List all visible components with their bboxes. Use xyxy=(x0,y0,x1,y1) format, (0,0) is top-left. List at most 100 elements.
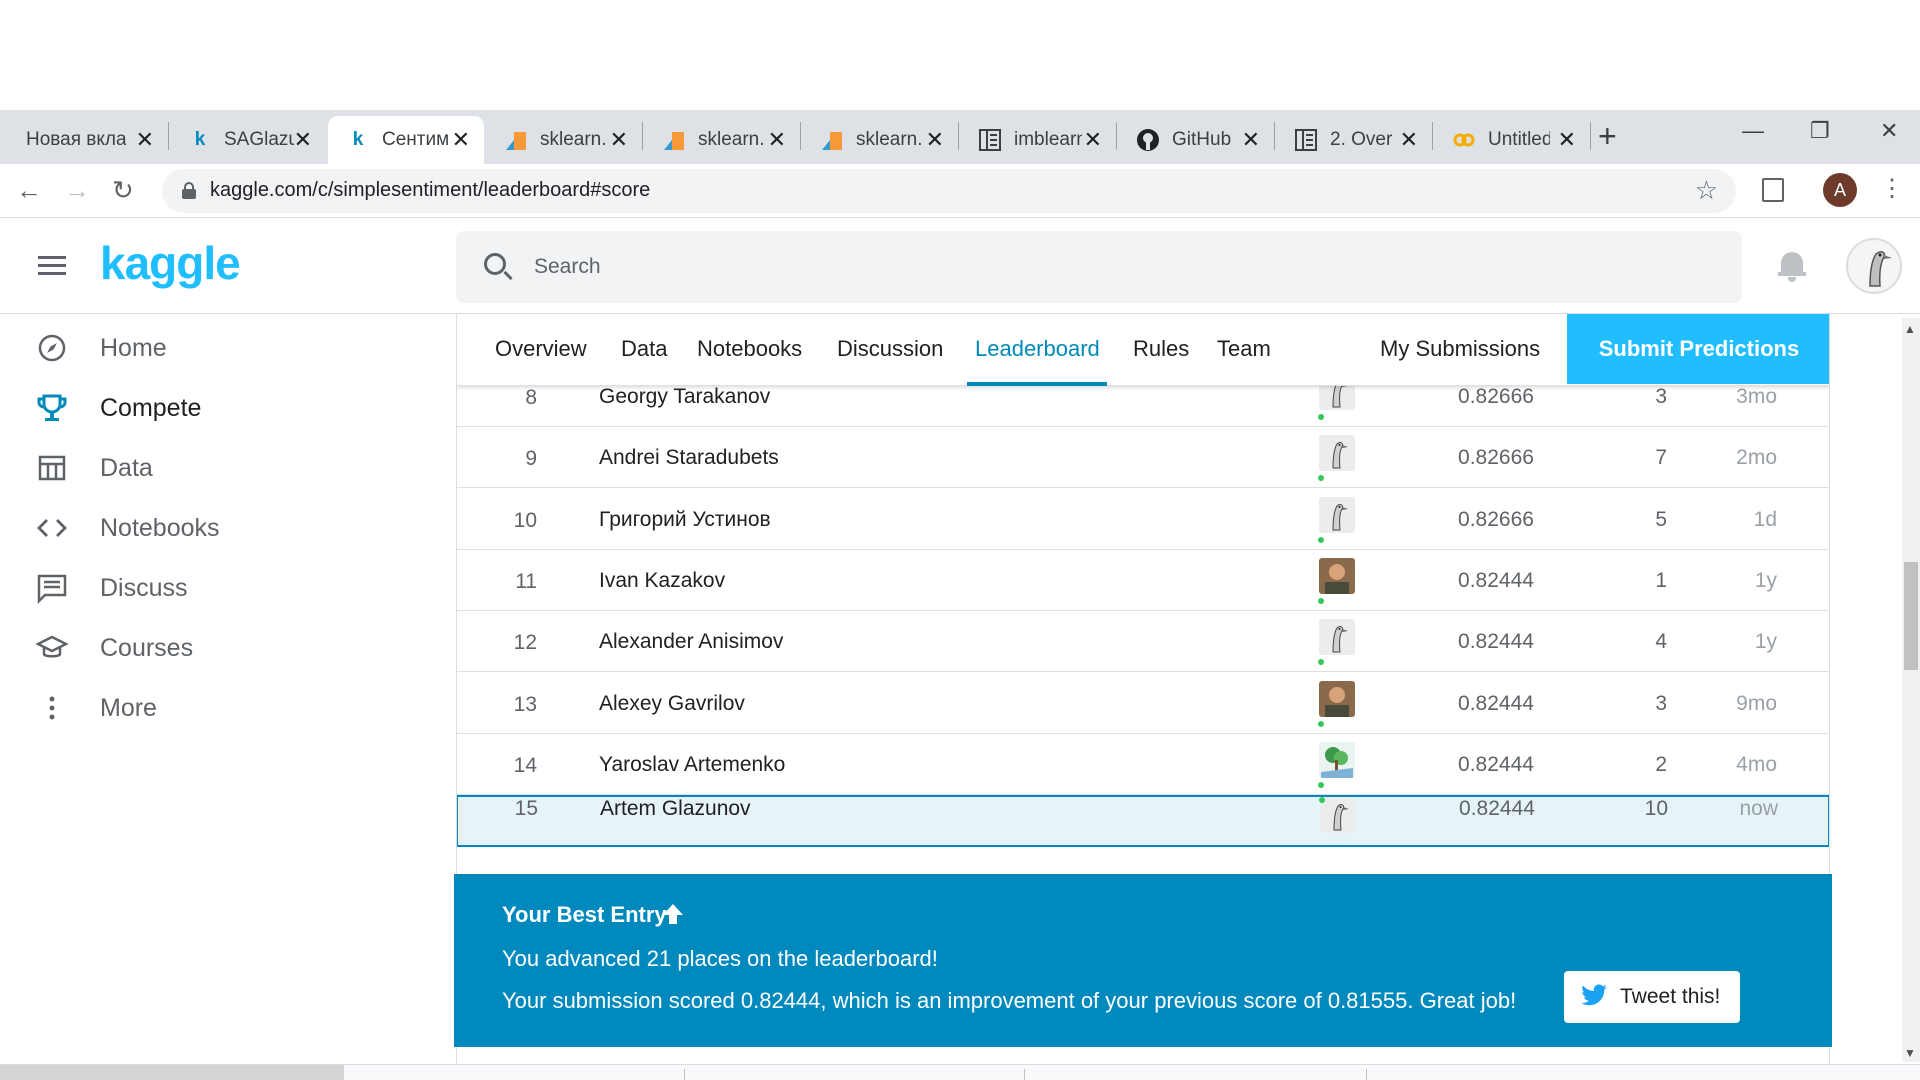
leaderboard-row[interactable]: 10 Григорий Устинов 0.82666 5 1d xyxy=(457,488,1829,550)
kaggle-logo[interactable]: kaggle xyxy=(100,236,241,290)
tab-team[interactable]: Team xyxy=(1217,336,1271,362)
close-icon[interactable]: ✕ xyxy=(926,128,944,152)
tab-rules[interactable]: Rules xyxy=(1133,336,1189,362)
team-name-cell[interactable]: Григорий Устинов xyxy=(599,508,771,532)
bell-icon[interactable] xyxy=(1778,250,1806,282)
team-avatar[interactable] xyxy=(1320,797,1356,834)
tab-notebooks[interactable]: Notebooks xyxy=(697,336,802,362)
chrome-menu-icon[interactable]: ⋮ xyxy=(1880,174,1904,204)
leaderboard-row[interactable]: 12 Alexander Anisimov 0.82444 4 1y xyxy=(457,611,1829,673)
team-name-cell[interactable]: Georgy Tarakanov xyxy=(599,385,770,409)
tab-my-submissions[interactable]: My Submissions xyxy=(1380,336,1540,362)
browser-tab[interactable]: GitHub ✕ xyxy=(1118,116,1274,164)
browser-tab-active[interactable]: k Сентимент ✕ xyxy=(328,116,484,164)
sidebar-item-label: More xyxy=(100,693,157,722)
close-icon[interactable]: ✕ xyxy=(294,128,312,152)
online-status-dot xyxy=(1318,536,1324,543)
url-text[interactable]: kaggle.com/c/simplesentiment/leaderboard… xyxy=(210,179,650,202)
search-icon xyxy=(484,253,506,275)
tab-overview[interactable]: Overview xyxy=(495,336,587,362)
leaderboard-row[interactable]: 13 Alexey Gavrilov 0.82444 3 9mo xyxy=(457,672,1829,734)
leaderboard-row[interactable]: 14 Yaroslav Artemenko 0.82444 2 4mo xyxy=(457,733,1829,795)
score-cell: 0.82666 xyxy=(1458,446,1534,470)
tab-data[interactable]: Data xyxy=(621,336,667,362)
browser-tab[interactable]: Untitled ✕ xyxy=(1434,116,1590,164)
team-name-cell[interactable]: Andrei Staradubets xyxy=(599,446,779,470)
scroll-up-arrow-icon[interactable]: ▲ xyxy=(1904,322,1916,336)
close-icon[interactable]: ✕ xyxy=(136,128,154,152)
leaderboard-row-current-user[interactable]: 15 Artem Glazunov 0.82444 10 now xyxy=(457,795,1829,848)
tab-discussion[interactable]: Discussion xyxy=(837,336,943,362)
leaderboard-row[interactable]: 11 Ivan Kazakov 0.82444 1 1y xyxy=(457,549,1829,611)
browser-tab[interactable]: sklearn. ✕ xyxy=(644,116,800,164)
entries-cell: 4 xyxy=(1655,630,1667,654)
browser-window: Новая вкладка ✕ k SAGlazunov ✕ k Сентиме… xyxy=(0,0,1920,1080)
banner-title: Your Best Entry xyxy=(502,902,667,927)
team-name-cell[interactable]: Artem Glazunov xyxy=(600,797,751,821)
extension-icon[interactable] xyxy=(1762,178,1784,202)
sidebar-item-discuss[interactable]: Discuss xyxy=(0,560,440,616)
tab-leaderboard[interactable]: Leaderboard xyxy=(975,336,1100,362)
online-status-dot xyxy=(1318,414,1324,420)
team-name-cell[interactable]: Alexander Anisimov xyxy=(599,630,783,654)
sidebar-item-notebooks[interactable]: Notebooks xyxy=(0,500,440,556)
team-name-cell[interactable]: Yaroslav Artemenko xyxy=(599,753,785,777)
browser-toolbar: ← → ↻ kaggle.com/c/simplesentiment/leade… xyxy=(0,164,1920,218)
close-icon[interactable]: ✕ xyxy=(452,128,470,152)
sidebar-item-data[interactable]: Data xyxy=(0,440,440,496)
tab-title: 2. Over xyxy=(1330,129,1393,150)
scrollbar-thumb[interactable] xyxy=(1904,562,1918,670)
last-submission-cell: 9mo xyxy=(1736,691,1777,715)
submit-predictions-button[interactable]: Submit Predictions xyxy=(1567,314,1829,384)
sidebar-item-compete[interactable]: Compete xyxy=(0,380,440,436)
team-avatar[interactable] xyxy=(1319,496,1355,533)
browser-tab[interactable]: imblearn ✕ xyxy=(960,116,1116,164)
browser-tab[interactable]: sklearn. ✕ xyxy=(486,116,642,164)
sidebar-item-more[interactable]: More xyxy=(0,680,440,736)
search-bar[interactable] xyxy=(456,231,1742,303)
reload-icon[interactable]: ↻ xyxy=(112,172,134,208)
team-avatar[interactable] xyxy=(1319,741,1355,778)
team-avatar[interactable] xyxy=(1319,680,1355,717)
score-cell: 0.82444 xyxy=(1459,797,1535,821)
rank-cell: 15 xyxy=(514,797,538,821)
close-icon[interactable]: ✕ xyxy=(1084,128,1102,152)
team-avatar[interactable] xyxy=(1319,435,1355,472)
page-scrollbar[interactable] xyxy=(1902,318,1920,1062)
scroll-down-arrow-icon[interactable]: ▼ xyxy=(1904,1046,1916,1060)
close-icon[interactable]: ✕ xyxy=(1558,128,1576,152)
leaderboard-row[interactable]: 9 Andrei Staradubets 0.82666 7 2mo xyxy=(457,427,1829,489)
browser-tab[interactable]: sklearn. ✕ xyxy=(802,116,958,164)
close-icon[interactable]: ✕ xyxy=(768,128,786,152)
minimize-button[interactable]: — xyxy=(1742,118,1764,144)
search-input[interactable] xyxy=(534,249,1634,285)
close-icon[interactable]: ✕ xyxy=(1400,128,1418,152)
tab-title: imblearn xyxy=(1014,129,1082,150)
user-avatar[interactable] xyxy=(1846,238,1902,294)
browser-tab[interactable]: Новая вкладка ✕ xyxy=(8,116,168,164)
star-icon[interactable]: ☆ xyxy=(1695,175,1718,206)
menu-icon[interactable] xyxy=(38,256,66,276)
address-bar[interactable]: kaggle.com/c/simplesentiment/leaderboard… xyxy=(162,169,1736,213)
close-icon[interactable]: ✕ xyxy=(1242,128,1260,152)
back-arrow-icon[interactable]: ← xyxy=(16,172,42,208)
sidebar-item-courses[interactable]: Courses xyxy=(0,620,440,676)
graduation-cap-icon xyxy=(36,632,68,664)
sidebar-item-home[interactable]: Home xyxy=(0,320,440,376)
browser-tab[interactable]: k SAGlazunov ✕ xyxy=(170,116,326,164)
window-close-button[interactable]: ✕ xyxy=(1880,118,1898,144)
tweet-button[interactable]: Tweet this! xyxy=(1564,971,1740,1023)
score-cell: 0.82666 xyxy=(1458,507,1534,531)
new-tab-button[interactable]: + xyxy=(1598,120,1617,152)
profile-avatar[interactable]: A xyxy=(1823,173,1857,207)
close-icon[interactable]: ✕ xyxy=(610,128,628,152)
arrow-up-icon xyxy=(663,904,683,924)
team-avatar[interactable] xyxy=(1319,557,1355,594)
team-name-cell[interactable]: Ivan Kazakov xyxy=(599,569,725,593)
browser-tab[interactable]: 2. Over ✕ xyxy=(1276,116,1432,164)
forward-arrow-icon[interactable]: → xyxy=(64,172,90,208)
team-name-cell[interactable]: Alexey Gavrilov xyxy=(599,692,745,716)
sidebar-item-label: Discuss xyxy=(100,573,188,602)
team-avatar[interactable] xyxy=(1319,619,1355,656)
restore-button[interactable]: ❐ xyxy=(1810,118,1830,144)
